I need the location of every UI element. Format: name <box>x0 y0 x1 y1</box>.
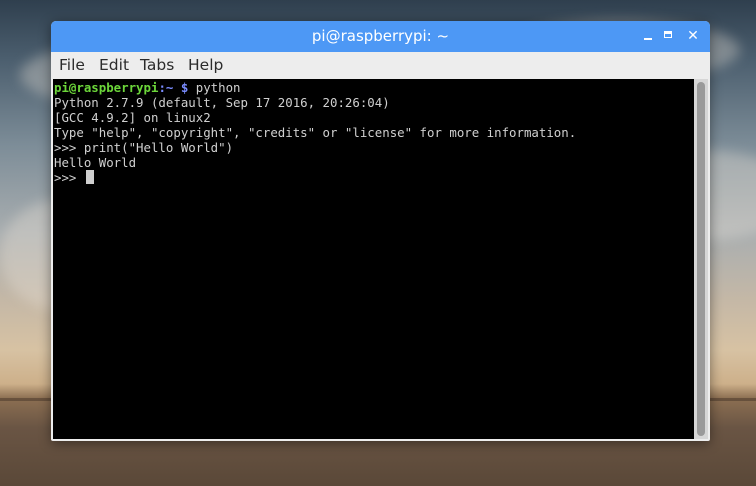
terminal-window: pi@raspberrypi: ~ ✕ File Edit Tabs Help … <box>51 21 710 441</box>
window-title: pi@raspberrypi: ~ <box>311 27 450 45</box>
prompt-separator: : <box>158 80 166 95</box>
menu-help[interactable]: Help <box>188 52 223 79</box>
menu-file[interactable]: File <box>59 52 85 79</box>
prompt-command: python <box>188 80 241 95</box>
prompt-directory: ~ $ <box>165 80 189 95</box>
terminal-line-prompt: pi@raspberrypi:~ $ python <box>54 80 241 95</box>
scrollbar-thumb[interactable] <box>697 82 705 436</box>
repl-prompt: >>> <box>54 170 84 185</box>
menu-tabs[interactable]: Tabs <box>140 52 174 79</box>
terminal-output-line: Python 2.7.9 (default, Sep 17 2016, 20:2… <box>54 95 390 110</box>
menu-edit[interactable]: Edit <box>99 52 129 79</box>
terminal-output-line: >>> print("Hello World") <box>54 140 234 155</box>
terminal-output-line: [GCC 4.9.2] on linux2 <box>54 110 211 125</box>
terminal-output-line: Hello World <box>54 155 137 170</box>
minimize-icon <box>644 38 652 40</box>
scrollbar[interactable] <box>694 79 708 439</box>
terminal-repl-line: >>> <box>54 170 94 185</box>
menu-bar: File Edit Tabs Help <box>51 52 710 79</box>
close-icon: ✕ <box>687 28 699 44</box>
terminal-area[interactable]: pi@raspberrypi:~ $ python Python 2.7.9 (… <box>53 79 694 439</box>
close-button[interactable]: ✕ <box>684 27 702 45</box>
maximize-button[interactable] <box>660 27 678 45</box>
minimize-button[interactable] <box>639 27 657 45</box>
prompt-user: pi@raspberrypi <box>54 80 159 95</box>
text-cursor <box>85 170 94 184</box>
terminal-output-line: Type "help", "copyright", "credits" or "… <box>54 125 577 140</box>
maximize-icon <box>664 31 672 38</box>
title-bar[interactable]: pi@raspberrypi: ~ ✕ <box>51 21 710 52</box>
